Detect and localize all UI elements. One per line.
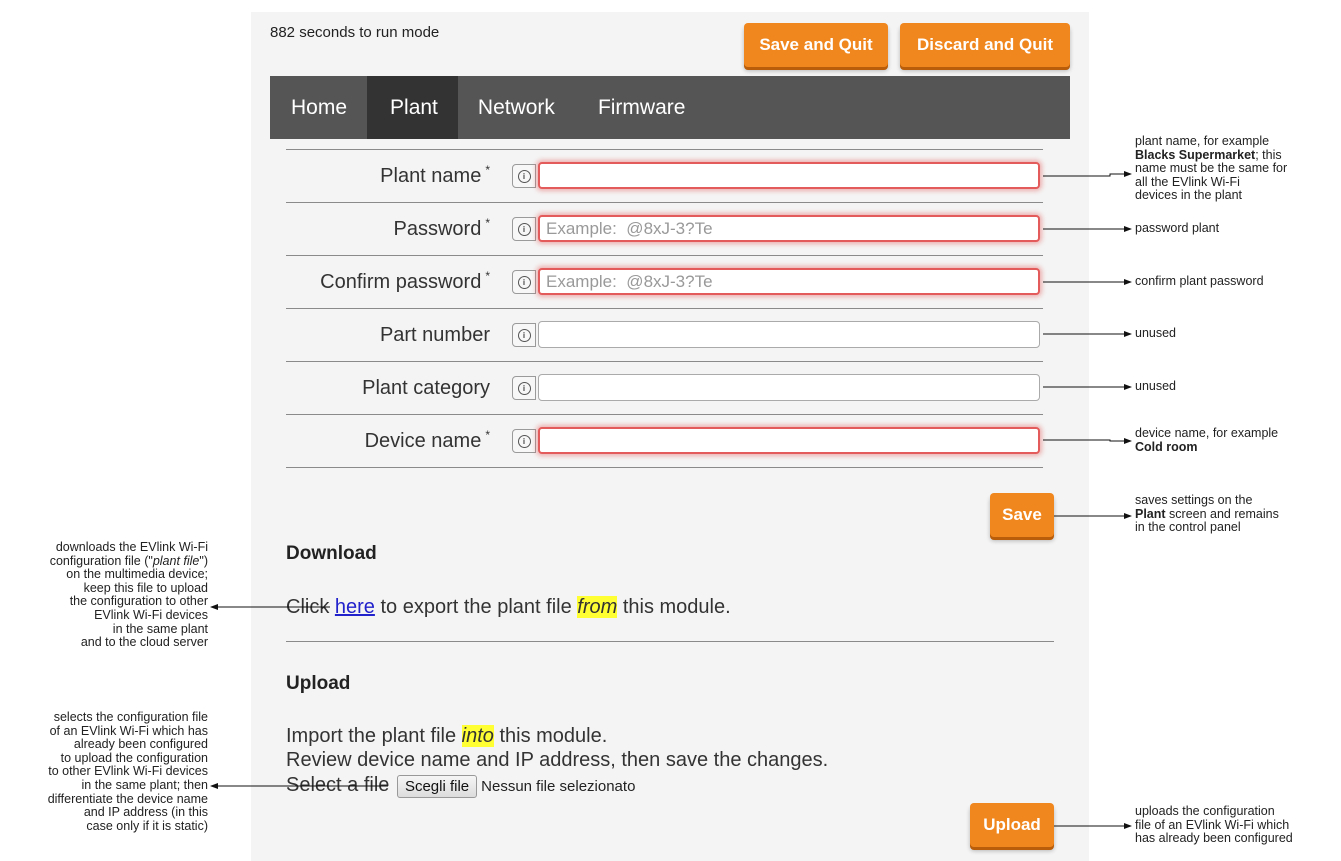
annotation-plant-name: plant name, for example Blacks Supermark…: [1135, 134, 1288, 203]
annotation-select-file: selects the configuration file of an EVl…: [47, 710, 208, 833]
annotation-password: password plant: [1135, 221, 1220, 235]
annotation-save: saves settings on the Plant screen and r…: [1135, 493, 1279, 535]
annotation-upload: uploads the configuration file of an EVl…: [1135, 804, 1293, 846]
annotation-plant-category: unused: [1135, 379, 1177, 393]
annotation-download: downloads the EVlink Wi-Fi configuration…: [49, 540, 208, 650]
annotation-device-name: device name, for example Cold room: [1135, 426, 1279, 454]
annotation-confirm-password: confirm plant password: [1135, 274, 1264, 288]
arrow-plant-name: [1043, 171, 1132, 177]
annotation-part-number: unused: [1135, 326, 1177, 340]
arrow-device-name: [1043, 438, 1132, 444]
